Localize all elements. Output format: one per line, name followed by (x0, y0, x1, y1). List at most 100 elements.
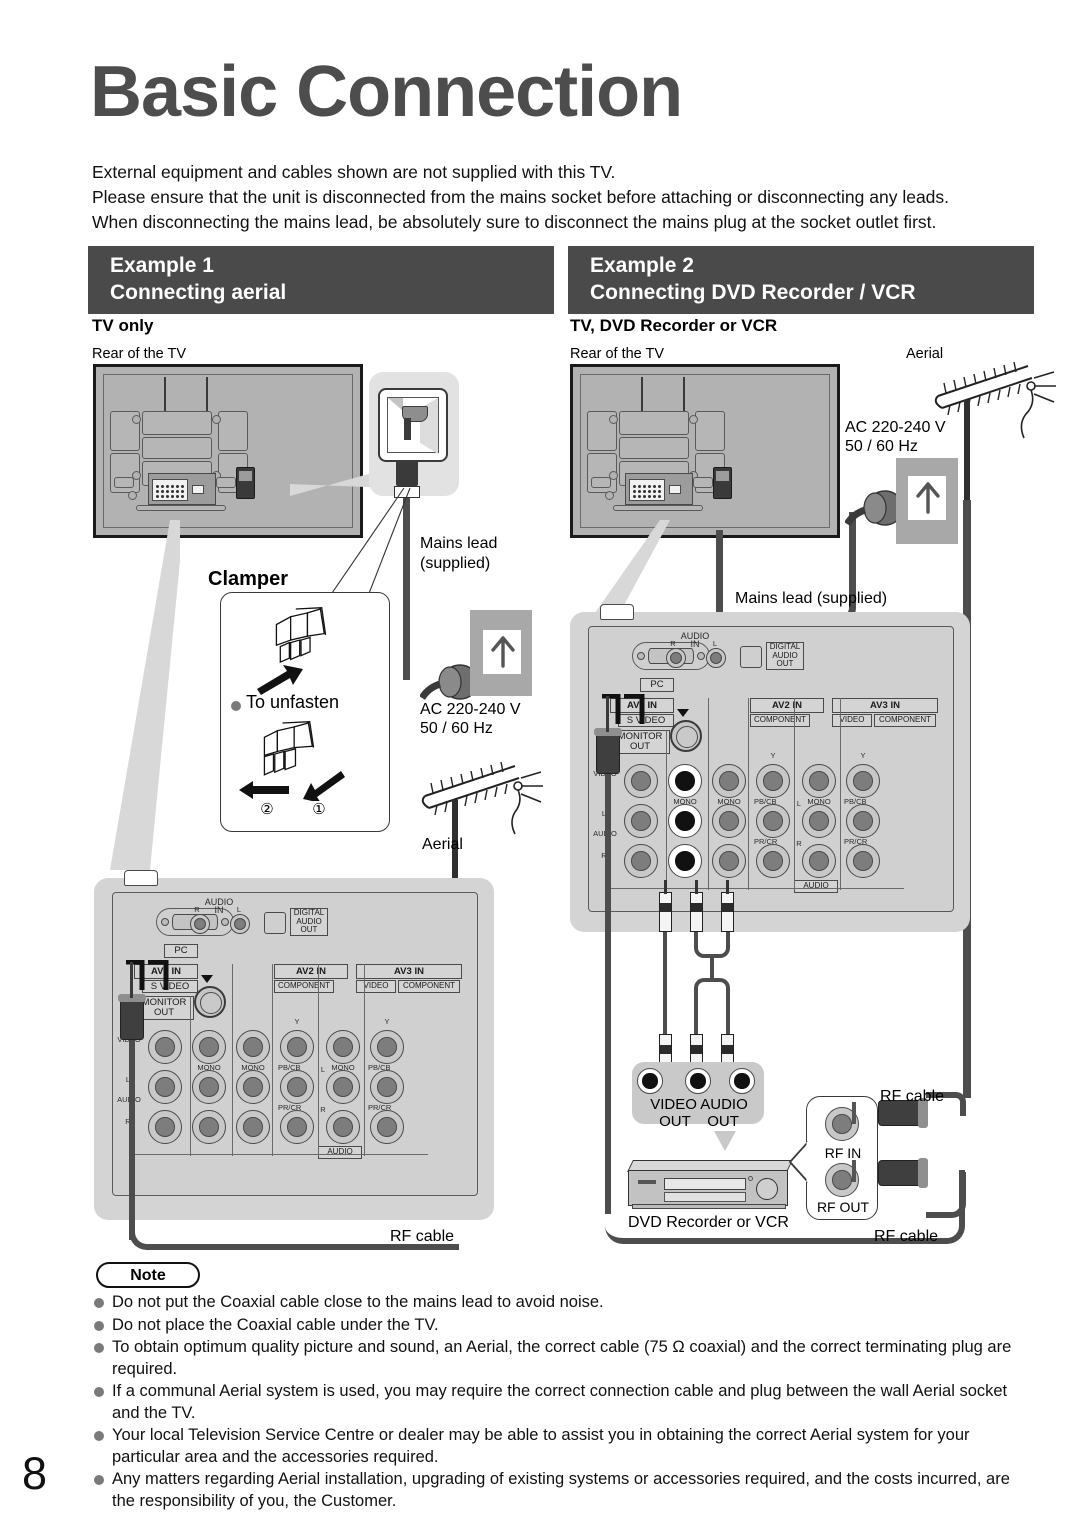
ex2-wall-socket-arrow-icon (916, 482, 940, 514)
ex2-svideo-connector (670, 720, 702, 752)
example1-subtitle: TV only (92, 316, 154, 335)
note-item: Any matters regarding Aerial installatio… (92, 1469, 1037, 1512)
ex2-av-cable-audio-l (694, 996, 698, 1034)
ex2-jack-av3-comp-y (846, 764, 880, 798)
tv-foot-tab (693, 477, 713, 488)
ex1-av2-pr-label: PR/CR (278, 1103, 302, 1112)
example1-header: Example 1 Connecting aerial (88, 246, 554, 314)
clamper-detail-box: To unfasten ② ① (220, 592, 390, 832)
note-heading: Note (96, 1262, 200, 1288)
ex2-bubble-jack-audio-2 (729, 1068, 755, 1094)
ex1-av3-pb-label: PB/CB (368, 1063, 391, 1072)
ex1-panel-divider (272, 964, 274, 1156)
ex2-rf-cable-bottom-run (926, 1172, 966, 1218)
ex2-bubble-tail (714, 1131, 736, 1151)
monitor-out-l2: OUT (153, 1007, 175, 1018)
ex1-rf-cable-label: RF cable (390, 1228, 455, 1245)
ex1-wall-socket-arrow-icon (491, 636, 515, 668)
ex1-panel-divider (364, 964, 366, 1156)
ex2-jack-monitor-video (624, 764, 658, 798)
tv-mains-socket-slot (239, 471, 252, 481)
bubble-row-1: VIDEO AUDIO (636, 1096, 762, 1113)
page-number: 8 (22, 1448, 48, 1499)
example2-header: Example 2 Connecting DVD Recorder / VCR (568, 246, 1034, 314)
outlet-bevel (387, 397, 403, 411)
ex2-av-cable-audio-r (726, 996, 730, 1034)
ex2-device-label: DVD Recorder or VCR (628, 1214, 789, 1231)
ex1-audio-bottom-label: AUDIO (318, 1146, 362, 1159)
ex2-audio-in-mid: IN (690, 639, 700, 649)
ex1-av3-video-label: VIDEO (356, 980, 396, 993)
ex2-device-tray (664, 1192, 746, 1202)
clamper-step-2: ② (260, 801, 274, 818)
ex2-jack-av1-video (668, 764, 702, 798)
ex1-coax-pin (130, 962, 133, 998)
ex2-coax-pin (606, 696, 609, 732)
ex2-rf-ports-bubble: RF IN RF OUT (806, 1096, 878, 1220)
ex2-av1-mono-label: MONO (673, 797, 697, 806)
ex2-jack-av2-comp-pb (756, 804, 790, 838)
ex1-av2-pb-label: PB/CB (278, 1063, 301, 1072)
clamper-step1-arrow-icon (303, 771, 345, 801)
outlet-plug-body (396, 460, 418, 486)
ex1-optical-out-port (264, 912, 286, 934)
tv-panel-center-2 (142, 437, 212, 459)
ex2-rf-bubble-tail-icon (788, 1141, 810, 1183)
example2-subtitle: TV, DVD Recorder or VCR (570, 316, 778, 335)
ex2-triangle-marker-icon (677, 709, 689, 717)
ex2-rf-in-lead (852, 1102, 856, 1124)
ex2-jack-av3-comp-pb (846, 804, 880, 838)
tv-terminal-detail-small (669, 485, 681, 494)
intro-text: External equipment and cables shown are … (92, 160, 1032, 235)
note-item: Do not put the Coaxial cable close to th… (92, 1292, 1037, 1314)
ex2-rca-pin-video-top (664, 880, 667, 894)
ex2-rf-cable-down (605, 774, 611, 1214)
ex2-jack-av2-comp-y (756, 764, 790, 798)
ex2-av3-audio-l: L (796, 799, 802, 808)
ex1-panel-divider (232, 964, 234, 1156)
ex1-tv-rear (93, 364, 363, 538)
ex1-jack-av2-comp-pr (280, 1110, 314, 1144)
tv-screw (212, 415, 221, 424)
ex2-av3-pr-label: PR/CR (844, 837, 868, 846)
ex1-jack-av2-audio-r (236, 1110, 270, 1144)
note-item: If a communal Aerial system is used, you… (92, 1381, 1037, 1424)
ex2-rf-cable-top-label: RF cable (880, 1088, 945, 1105)
ex1-jack-av3-comp-pr (370, 1110, 404, 1144)
ex2-svideo-inner (676, 726, 698, 748)
tv-panel-center-2 (619, 437, 689, 459)
ex1-jack-av1-audio-l (192, 1070, 226, 1104)
ex2-rf-in-label: RF IN (824, 1145, 862, 1161)
ex2-device-cassette-slot (664, 1178, 746, 1190)
ex2-digital-audio-out-label: DIGITAL AUDIO OUT (766, 642, 804, 670)
outlet-plug-neck (404, 418, 411, 440)
tv-fin (641, 377, 643, 413)
ex1-av3-mono-label: MONO (331, 1063, 355, 1072)
ex2-pc-label: PC (640, 678, 674, 692)
ex2-av2-y-label: Y (770, 751, 776, 760)
ex1-av3-audio-l: L (320, 1065, 326, 1074)
note-list: Do not put the Coaxial cable close to th… (92, 1292, 1037, 1513)
ex2-rca-plug-audio-l-top (690, 892, 703, 932)
ex2-device-dial (756, 1178, 778, 1200)
ex2-audio-bottom-label: AUDIO (794, 880, 838, 893)
intro-line-2: Please ensure that the unit is disconnec… (92, 187, 950, 207)
note-item: Do not place the Coaxial cable under the… (92, 1315, 1037, 1337)
ex1-jack-av3-video (326, 1030, 360, 1064)
tv-screw (689, 415, 698, 424)
ex2-jack-av1-audio-l (668, 804, 702, 838)
ex1-av2-mono-label: MONO (241, 1063, 265, 1072)
ex1-ac-line1: AC 220-240 V (420, 701, 521, 718)
ex1-av2-in-label: AV2 IN (274, 964, 348, 979)
page-title: Basic Connection (90, 52, 683, 132)
ex2-aerial-mast (964, 400, 970, 512)
ex2-connector-panel: PC AUDIO IN R L DIGITAL AUDIO OUT AV1 IN… (570, 604, 970, 932)
clamper-step-1: ① (312, 801, 326, 818)
ex1-panel-divider (318, 964, 320, 1156)
ex1-pc-label: PC (164, 944, 198, 958)
ex1-jack-av3-comp-pb (370, 1070, 404, 1104)
outlet-detail-plate (378, 388, 448, 462)
ex2-av3-video-label: VIDEO (832, 714, 872, 727)
ex2-device-led (748, 1176, 753, 1181)
ex1-av2-component-label: COMPONENT (274, 980, 334, 993)
